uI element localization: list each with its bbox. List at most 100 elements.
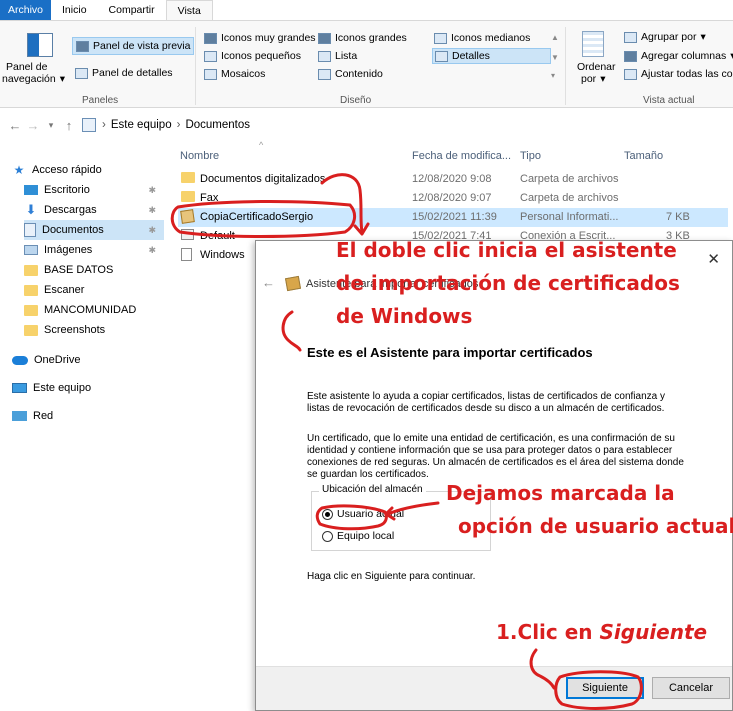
- sidebar-item-label: Red: [33, 410, 54, 422]
- preview-pane-button[interactable]: Panel de vista previa: [72, 37, 195, 55]
- up-arrow-icon[interactable]: ↑: [60, 118, 78, 133]
- sidebar-item-quick-access[interactable]: ★ Acceso rápido: [12, 160, 164, 180]
- details-pane-button[interactable]: Panel de detalles: [75, 67, 173, 79]
- continue-text: Haga clic en Siguiente para continuar.: [307, 571, 476, 582]
- pin-icon[interactable]: ✱: [148, 245, 156, 256]
- layout-medium-icons[interactable]: Iconos medianos: [434, 32, 530, 44]
- details-pane-icon: [75, 67, 88, 79]
- sidebar-item-this-pc[interactable]: Este equipo: [12, 378, 164, 398]
- column-header-name[interactable]: Nombre: [180, 150, 219, 162]
- sidebar-item-screenshots[interactable]: Screenshots: [24, 320, 164, 340]
- navigation-pane-button[interactable]: Panel de: [6, 61, 47, 73]
- column-header-size[interactable]: Tamaño: [624, 150, 663, 162]
- radio-current-user[interactable]: Usuario actual: [322, 508, 404, 520]
- intro-paragraph: Este asistente lo ayuda a copiar certifi…: [307, 391, 665, 414]
- group-by-icon: [624, 31, 637, 43]
- sort-by-label2: por: [581, 73, 597, 85]
- layout-small-icons[interactable]: Iconos pequeños: [204, 50, 301, 62]
- desktop-icon: [24, 185, 38, 195]
- store-location-legend: Ubicación del almacén: [319, 484, 426, 495]
- sort-by-label: Ordenar: [577, 61, 616, 73]
- sort-by-icon: [582, 31, 604, 57]
- navigation-pane-button-line2[interactable]: navegación ▾: [2, 73, 65, 85]
- sidebar-item-desktop[interactable]: Escritorio ✱: [24, 180, 164, 200]
- close-icon[interactable]: ✕: [707, 250, 720, 268]
- layout-item-label: Contenido: [335, 68, 383, 80]
- layout-content[interactable]: Contenido: [318, 68, 383, 80]
- file-name: CopiaCertificadoSergio: [200, 211, 314, 223]
- file-type: Personal Informati...: [520, 211, 619, 223]
- file-row-selected[interactable]: CopiaCertificadoSergio 15/02/2021 11:39 …: [178, 208, 728, 227]
- computer-icon: [12, 383, 27, 393]
- layout-details[interactable]: Detalles: [432, 48, 551, 64]
- sidebar-item-mancomunidad[interactable]: MANCOMUNIDAD: [24, 300, 164, 320]
- layout-item-label: Lista: [335, 50, 358, 62]
- sidebar-item-base-datos[interactable]: BASE DATOS: [24, 260, 164, 280]
- recent-locations-chevron-icon[interactable]: ▾: [42, 120, 60, 131]
- pin-icon[interactable]: ✱: [148, 185, 156, 196]
- radio-button-checked[interactable]: [322, 508, 333, 520]
- back-arrow-icon[interactable]: ←: [6, 118, 24, 133]
- file-row[interactable]: Documentos digitalizados 12/08/2020 9:08…: [178, 170, 728, 189]
- certificate-wizard-icon: [284, 275, 302, 292]
- radio-current-user-label: Usuario actual: [337, 508, 405, 520]
- preview-pane-label: Panel de vista previa: [93, 40, 191, 52]
- sidebar-item-network[interactable]: Red: [12, 406, 164, 426]
- details-icon: [435, 50, 448, 62]
- layout-tiles[interactable]: Mosaicos: [204, 68, 265, 80]
- sort-by-button[interactable]: Ordenar: [577, 61, 616, 73]
- sidebar-item-documents[interactable]: Documentos ✱: [24, 220, 164, 240]
- annotation-click-next-em: Siguiente: [599, 620, 708, 644]
- layout-scroll-down-icon[interactable]: ▼: [551, 53, 559, 62]
- sidebar-item-onedrive[interactable]: OneDrive: [12, 350, 164, 370]
- fit-columns-button[interactable]: Ajustar todas las colu: [624, 68, 733, 80]
- sidebar-item-pictures[interactable]: Imágenes ✱: [24, 240, 164, 260]
- radio-button-unchecked[interactable]: [322, 530, 333, 542]
- layout-item-label: Iconos medianos: [451, 32, 531, 44]
- cloud-icon: [12, 355, 28, 365]
- sidebar-item-escaner[interactable]: Escaner: [24, 280, 164, 300]
- radio-local-machine[interactable]: Equipo local: [322, 530, 394, 542]
- sidebar-item-downloads[interactable]: ⬇ Descargas ✱: [24, 200, 164, 220]
- layout-item-label: Iconos muy grandes: [221, 32, 316, 44]
- back-arrow-icon[interactable]: ←: [262, 275, 275, 290]
- column-header-date[interactable]: Fecha de modifica...: [412, 150, 511, 162]
- layout-large-icons[interactable]: Iconos grandes: [318, 32, 407, 44]
- cancel-button[interactable]: Cancelar: [652, 677, 730, 699]
- layout-scroll-up-icon[interactable]: ▲: [551, 33, 559, 42]
- sidebar-item-label: Imágenes: [44, 244, 93, 256]
- folder-icon: [24, 304, 38, 316]
- file-date: 12/08/2020 9:07: [412, 192, 492, 204]
- layout-expand-icon[interactable]: ▾: [551, 71, 555, 80]
- group-by-label: Agrupar por: [641, 31, 697, 43]
- chevron-down-icon: ▾: [600, 73, 606, 85]
- forward-arrow-icon[interactable]: →: [24, 118, 42, 133]
- next-button[interactable]: Siguiente: [566, 677, 644, 699]
- pin-icon[interactable]: ✱: [148, 225, 156, 236]
- breadcrumb-este-equipo[interactable]: Este equipo: [111, 119, 172, 131]
- sidebar-item-label: MANCOMUNIDAD: [44, 304, 137, 316]
- tab-vista[interactable]: Vista: [165, 0, 213, 20]
- annotation-click-next: 1.Clic en Siguiente: [496, 620, 707, 644]
- file-name: Fax: [200, 192, 219, 204]
- navigation-sidebar: ★ Acceso rápido Escritorio ✱ ⬇ Descargas ✱ D…: [0, 150, 168, 450]
- column-header-type[interactable]: Tipo: [520, 150, 541, 162]
- tab-archivo[interactable]: Archivo: [0, 0, 52, 20]
- dialog-footer: Siguiente Cancelar: [256, 666, 732, 710]
- fit-columns-icon: [624, 68, 637, 80]
- layout-list[interactable]: Lista: [318, 50, 357, 62]
- folder-icon: [24, 264, 38, 276]
- sort-by-button-line2[interactable]: por ▾: [581, 73, 605, 85]
- ribbon-tab-bar: Archivo Inicio Compartir Vista: [0, 0, 733, 20]
- add-columns-button[interactable]: Agregar columnas ▾: [624, 50, 733, 62]
- sort-indicator-icon: ^: [259, 140, 264, 150]
- tab-inicio[interactable]: Inicio: [51, 0, 98, 20]
- annotation-leave-checked-line1: Dejamos marcada la: [446, 481, 675, 505]
- breadcrumb-documentos[interactable]: Documentos: [185, 119, 250, 131]
- layout-extra-large-icons[interactable]: Iconos muy grandes: [204, 32, 316, 44]
- tab-compartir[interactable]: Compartir: [98, 0, 166, 20]
- file-row[interactable]: Fax 12/08/2020 9:07 Carpeta de archivos: [178, 189, 728, 208]
- dialog-heading: Este es el Asistente para importar certi…: [307, 345, 593, 360]
- pin-icon[interactable]: ✱: [148, 205, 156, 216]
- group-by-button[interactable]: Agrupar por ▾: [624, 31, 706, 43]
